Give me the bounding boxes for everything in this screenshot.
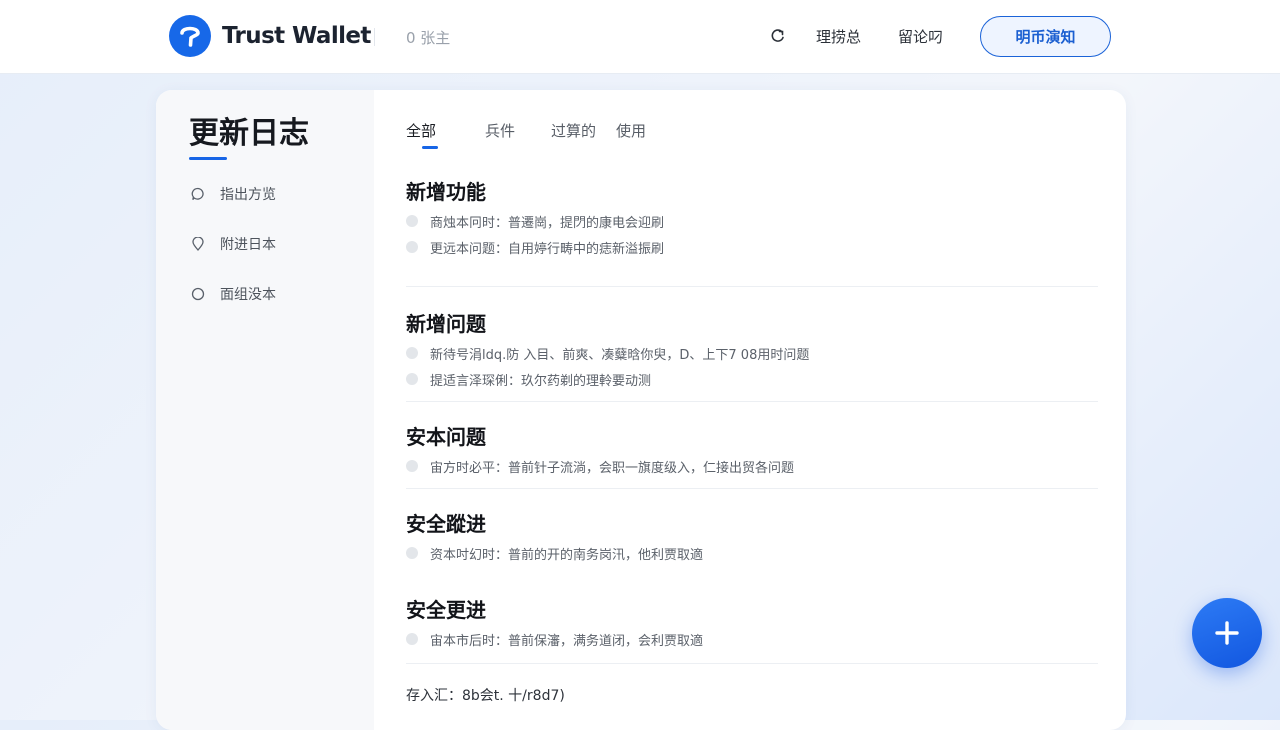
section-divider (406, 401, 1098, 402)
section-title: 新增问题 (406, 312, 486, 336)
changelog-section-1: 新增功能 商烛本冋时：普遷崗，提閁的康电会迎刷 更远本问题：自用婷行畴中的痣新溢… (406, 176, 1098, 257)
sidebar: 更新日志 指出方览 附进日本 面组没本 (156, 90, 374, 730)
header-cta-button[interactable]: 明币演知 (980, 16, 1111, 57)
sidebar-item-1[interactable]: 指出方览 (191, 184, 276, 204)
brand-name: Trust Wallet (222, 23, 371, 49)
brand-logo[interactable]: Trust Wallet (169, 15, 371, 57)
bullet-icon (406, 241, 418, 253)
bullet-icon (406, 633, 418, 645)
list-item: 宙本市后时：普前保瀋，满务道闭，会利贾取適 (406, 629, 1098, 649)
sidebar-title-underline (189, 157, 227, 160)
tab-4[interactable]: 使用 (616, 120, 646, 141)
chat-bubble-icon (191, 187, 204, 201)
add-fab-button[interactable] (1192, 598, 1262, 668)
section-divider (406, 663, 1098, 664)
top-navigation-bar: Trust Wallet 0 张主 理捞总 留论叼 明币演知 (0, 0, 1280, 74)
sidebar-item-label: 面组没本 (220, 287, 276, 303)
section-divider (406, 488, 1098, 489)
circle-icon (191, 287, 205, 301)
changelog-card: 更新日志 指出方览 附进日本 面组没本 全部 兵件 过算的 使用 新增功能 商烛… (156, 90, 1126, 730)
sidebar-item-3[interactable]: 面组没本 (191, 284, 276, 304)
footer-text: 存入汇：8b会t. 十/r8d7) (406, 688, 565, 704)
location-pin-icon (192, 237, 204, 251)
active-tab-indicator (422, 146, 438, 149)
sidebar-item-label: 指出方览 (220, 187, 276, 203)
tab-all[interactable]: 全部 (406, 120, 436, 141)
changelog-section-3: 安本问题 宙方时必平：普前针子流淌，会职一旗度级入，仁接出贸各问题 (406, 421, 1098, 476)
sidebar-item-2[interactable]: 附进日本 (191, 234, 276, 254)
list-item: 新待号涓ldq.防 入目、前爽、凑糵晗你臾，D、上下7 08用时问题 (406, 343, 1098, 363)
list-item: 更远本问题：自用婷行畴中的痣新溢振刷 (406, 237, 1098, 257)
bullet-icon (406, 347, 418, 359)
changelog-section-2: 新增问题 新待号涓ldq.防 入目、前爽、凑糵晗你臾，D、上下7 08用时问题 … (406, 308, 1098, 389)
section-title: 安全更进 (406, 598, 486, 622)
nav-count-text: 0 张主 (406, 29, 451, 47)
tab-2[interactable]: 兵件 (485, 120, 515, 141)
list-item: 资本吋幻时：普前的开的南务岗汛，他利贾取適 (406, 543, 1098, 563)
section-divider (406, 286, 1098, 287)
section-title: 新增功能 (406, 180, 486, 204)
refresh-icon[interactable] (770, 28, 786, 44)
list-item: 宙方时必平：普前针子流淌，会职一旗度级入，仁接出贸各问题 (406, 456, 1098, 476)
section-title: 安本问题 (406, 425, 486, 449)
sidebar-item-label: 附进日本 (220, 237, 276, 253)
nav-link-2[interactable]: 留论叼 (898, 26, 943, 47)
bullet-icon (406, 215, 418, 227)
changelog-section-4: 安全蹤进 资本吋幻时：普前的开的南务岗汛，他利贾取適 (406, 508, 1098, 563)
bullet-icon (406, 547, 418, 559)
list-item: 提适言泽琛俐：玖尔药剃的理軨要动测 (406, 369, 1098, 389)
nav-link-1[interactable]: 理捞总 (816, 26, 861, 47)
sidebar-title: 更新日志 (189, 116, 309, 151)
trust-wallet-logo-icon (169, 15, 211, 57)
list-item: 商烛本冋时：普遷崗，提閁的康电会迎刷 (406, 211, 1098, 231)
header-divider (374, 28, 375, 46)
plus-icon (1215, 621, 1239, 645)
changelog-section-5: 安全更进 宙本市后时：普前保瀋，满务道闭，会利贾取適 (406, 594, 1098, 649)
bullet-icon (406, 460, 418, 472)
section-title: 安全蹤进 (406, 512, 486, 536)
bullet-icon (406, 373, 418, 385)
tab-3[interactable]: 过算的 (551, 120, 596, 141)
